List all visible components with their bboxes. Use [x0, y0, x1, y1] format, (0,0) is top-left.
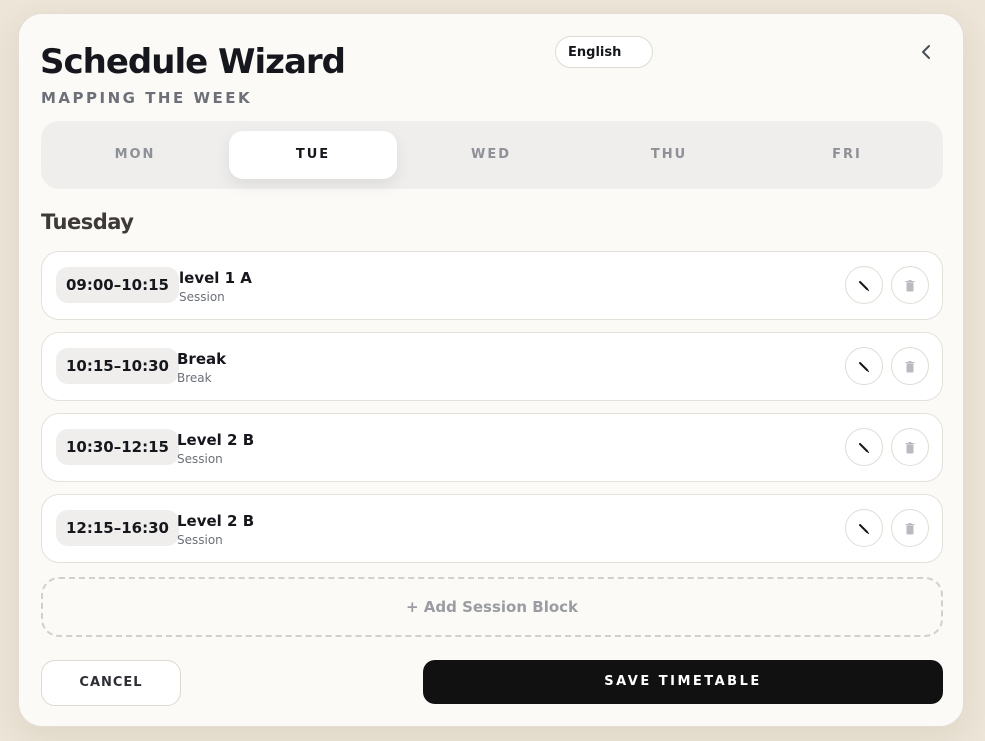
- edit-button[interactable]: [845, 509, 883, 547]
- session-row: 09:00–10:15 level 1 A Session: [41, 251, 943, 320]
- tab-mon[interactable]: MON: [51, 131, 219, 179]
- session-type: Session: [177, 533, 223, 547]
- edit-button[interactable]: [845, 347, 883, 385]
- page-title: Schedule Wizard: [40, 42, 346, 82]
- edit-button[interactable]: [845, 266, 883, 304]
- trash-icon: [905, 518, 915, 537]
- save-timetable-button[interactable]: SAVE TIMETABLE: [423, 660, 943, 704]
- session-name: Break: [177, 350, 227, 368]
- delete-button[interactable]: [891, 428, 929, 466]
- page-subtitle: MAPPING THE WEEK: [41, 89, 253, 107]
- pencil-icon: [858, 275, 870, 294]
- schedule-card: Schedule Wizard MAPPING THE WEEK English…: [18, 13, 964, 727]
- trash-icon: [905, 356, 915, 375]
- pencil-icon: [858, 356, 870, 375]
- cancel-button[interactable]: CANCEL: [41, 660, 181, 706]
- trash-icon: [905, 275, 915, 294]
- tab-wed[interactable]: WED: [407, 131, 575, 179]
- session-type: Session: [177, 452, 223, 466]
- session-time: 09:00–10:15: [56, 267, 179, 303]
- tab-fri[interactable]: FRI: [763, 131, 931, 179]
- chevron-left-icon[interactable]: [919, 42, 935, 66]
- delete-button[interactable]: [891, 266, 929, 304]
- session-time: 10:30–12:15: [56, 429, 179, 465]
- edit-button[interactable]: [845, 428, 883, 466]
- tab-tue[interactable]: TUE: [229, 131, 397, 179]
- session-type: Session: [179, 290, 225, 304]
- delete-button[interactable]: [891, 509, 929, 547]
- pencil-icon: [858, 437, 870, 456]
- session-name: level 1 A: [179, 269, 252, 287]
- day-tabs: MON TUE WED THU FRI: [41, 121, 943, 189]
- day-heading: Tuesday: [41, 210, 134, 234]
- session-name: Level 2 B: [177, 431, 255, 449]
- delete-button[interactable]: [891, 347, 929, 385]
- session-row: 10:30–12:15 Level 2 B Session: [41, 413, 943, 482]
- add-session-button[interactable]: + Add Session Block: [41, 577, 943, 637]
- tab-thu[interactable]: THU: [585, 131, 753, 179]
- session-name: Level 2 B: [177, 512, 255, 530]
- session-time: 12:15–16:30: [56, 510, 179, 546]
- session-time: 10:15–10:30: [56, 348, 179, 384]
- language-select[interactable]: English: [555, 36, 653, 68]
- pencil-icon: [858, 518, 870, 537]
- session-row: 12:15–16:30 Level 2 B Session: [41, 494, 943, 563]
- session-row: 10:15–10:30 Break Break: [41, 332, 943, 401]
- session-type: Break: [177, 371, 212, 385]
- trash-icon: [905, 437, 915, 456]
